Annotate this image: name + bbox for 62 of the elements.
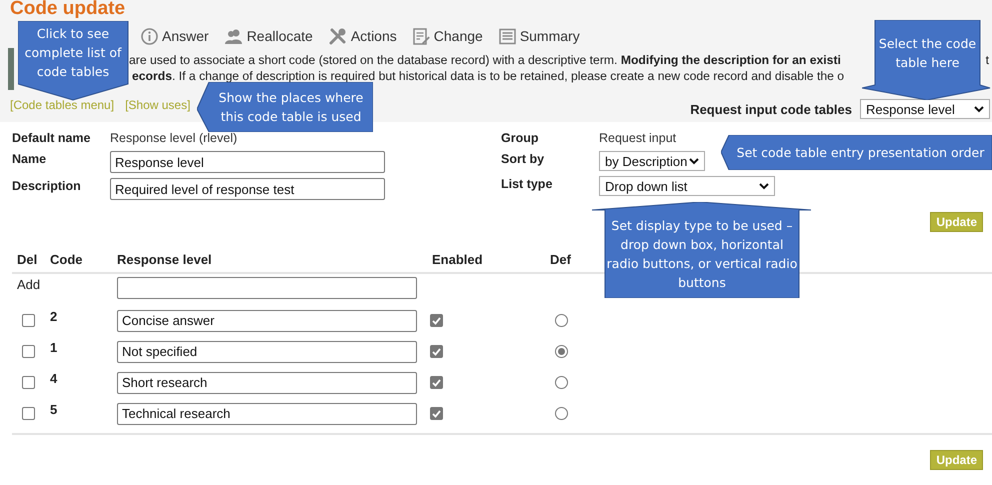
page-title: Code update [10,0,126,18]
callout: Set display type to be used – drop down box, horizontal radio buttons, or vertical radio buttons [592,202,811,298]
intro-text: are used to associate a short code (stored on the database record) with a descriptive term. Modifying the description for an existi [129,52,841,68]
field-label: Group [501,130,540,146]
callout: Show the places where this code table is used [197,82,373,132]
default-radio[interactable] [555,407,568,420]
name-field[interactable]: Response level [110,151,385,173]
new-entry-field[interactable] [117,277,417,299]
description-field[interactable]: Required level of response test [110,178,385,200]
callout: Click to see complete list of code tables [18,21,130,101]
caret-icon [689,158,699,164]
tools-icon [328,27,347,45]
picker-label: Request input code tables [690,102,852,116]
entry-field[interactable]: Not specified [117,340,417,362]
delete-checkbox[interactable] [22,407,35,420]
enabled-checkbox[interactable] [430,407,443,420]
caret-icon [759,182,769,190]
toolbar-button[interactable]: Answer [141,28,209,44]
code-table-select[interactable]: Response level [860,99,990,119]
delete-checkbox[interactable] [22,376,35,389]
code-cell-text: 5 [50,401,58,417]
code-cell-text: 4 [50,370,58,386]
column-header: Response level [117,252,213,266]
default-radio[interactable] [555,376,568,389]
add-label: Add [16,277,42,292]
column-header: Del [16,252,38,266]
entry-field[interactable]: Concise answer [117,310,417,332]
field-label: Default name [12,130,92,146]
people-icon [224,28,243,44]
toolbar-button[interactable]: Summary [498,28,580,44]
default-radio[interactable] [555,345,568,358]
caret-icon [974,106,984,112]
intro-text: t [986,52,990,68]
entry-field[interactable]: Short research [117,372,417,394]
delete-checkbox[interactable] [22,314,35,327]
toolbar-button[interactable]: Actions [328,27,397,45]
enabled-checkbox[interactable] [430,314,443,327]
code-cell-text: 1 [50,339,58,355]
toolbar-button[interactable]: Reallocate [224,28,313,44]
enabled-checkbox[interactable] [430,376,443,389]
field-value: Request input [599,130,678,146]
default-radio[interactable] [555,314,568,327]
code-cell-text: 2 [50,308,58,324]
field-label: Sort by [501,151,546,168]
column-header: Code [50,252,84,266]
field-label: List type [501,176,554,193]
enabled-checkbox[interactable] [430,345,443,358]
entry-field[interactable]: Technical research [117,402,417,424]
sort-select[interactable]: by Description [599,151,705,171]
list-type-select[interactable]: Drop down list [599,176,775,196]
callout: Set code table entry presentation order [721,135,992,170]
column-header: Enabled [431,252,484,266]
info-icon [141,28,158,44]
list-icon [498,28,516,44]
field-label: Name [12,151,48,168]
intro-text: ecords. If a change of description is required but historical data is to be retained, please create a new code record and disable the o [132,68,844,84]
delete-checkbox[interactable] [22,345,35,358]
column-header: Def [549,252,572,266]
edit-icon [412,28,430,44]
field-label: Description [12,178,82,195]
toolbar-button[interactable]: Change [412,28,483,44]
field-value: Response level (rlevel) [110,130,238,146]
